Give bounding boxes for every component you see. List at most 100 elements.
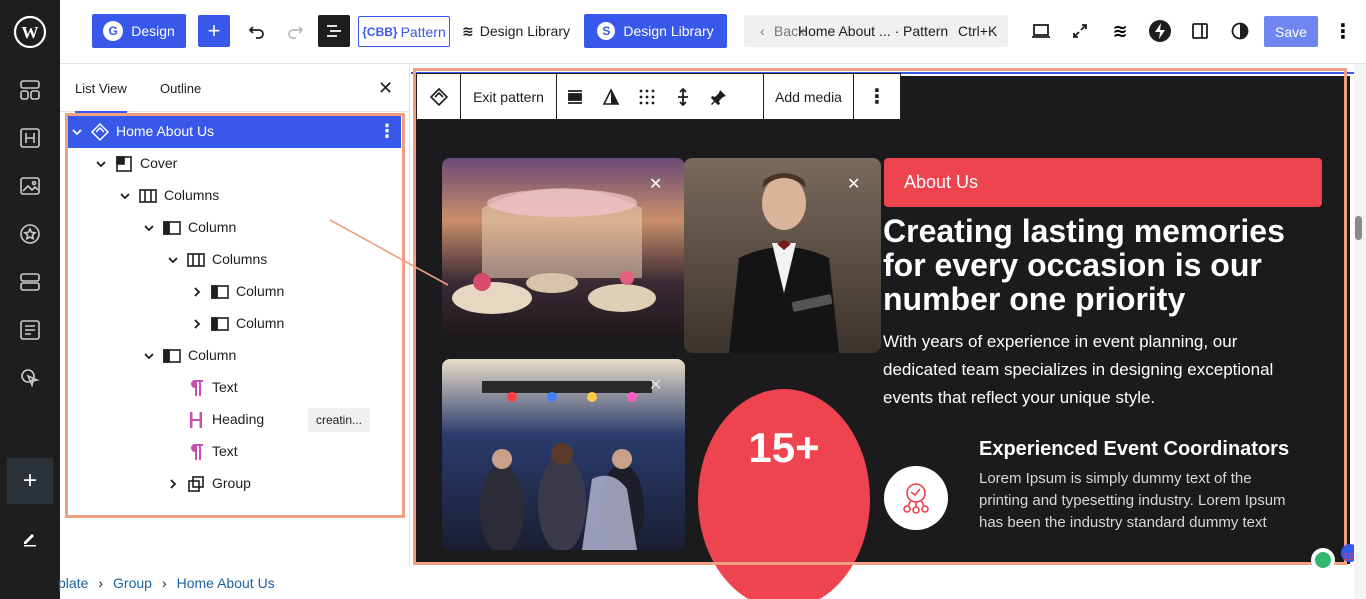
column-icon [162,346,182,366]
styles-contrast-icon[interactable] [1225,16,1255,46]
chevron-down-icon[interactable] [141,348,157,364]
list-view-row-heading[interactable]: Heading creatin... [68,404,401,436]
exit-pattern-button[interactable]: Exit pattern [461,74,557,119]
sections-icon[interactable] [18,270,42,294]
document-title: Home About ... · Pattern [798,23,949,39]
list-view-row-text[interactable]: Text [68,372,401,404]
tab-outline[interactable]: Outline [160,64,201,112]
add-media-button[interactable]: Add media [764,74,854,119]
list-view-row-label: Column [236,283,285,299]
vertical-align-icon[interactable] [665,74,701,119]
wordpress-logo-icon[interactable]: W [0,0,60,64]
save-button[interactable]: Save [1264,16,1318,47]
patterns-icon[interactable] [18,78,42,102]
spectra-icon[interactable] [1145,16,1175,46]
chevron-down-icon[interactable] [117,188,133,204]
options-menu-icon[interactable]: ⋮ [1328,16,1358,46]
close-panel-icon[interactable]: ✕ [378,64,393,112]
settings-sidebar-icon[interactable] [1185,16,1215,46]
media-icon[interactable] [18,174,42,198]
contrast-triangle-icon[interactable] [593,74,629,119]
breadcrumb: plate › Group › Home About Us [58,566,410,599]
edit-pencil-icon[interactable] [18,526,42,550]
star-icon[interactable] [18,222,42,246]
chevron-down-icon[interactable] [165,252,181,268]
remove-image-icon[interactable]: ✕ [649,174,662,194]
design-library-blue-button[interactable]: S Design Library [584,14,727,48]
about-us-text: About Us [904,172,979,192]
block-options-icon[interactable]: ⋮ [854,74,900,119]
list-view-row-group[interactable]: Group [68,468,401,500]
breadcrumb-item-group[interactable]: Group [113,575,152,591]
panel-tabs: List View Outline ✕ [60,64,410,113]
list-view-row-cover[interactable]: Cover [68,148,401,180]
list-view-panel: List View Outline ✕ Home About Us ⋮ Cover C… [60,64,410,599]
list-view-row-column[interactable]: Column [68,308,401,340]
grid-dots-icon[interactable] [629,74,665,119]
paragraph-icon [186,378,206,398]
column-icon [162,218,182,238]
fullscreen-icon[interactable] [1065,16,1095,46]
design-button[interactable]: G Design [92,14,186,48]
list-view-row-home-about-us[interactable]: Home About Us ⋮ [68,116,401,148]
group-icon [186,474,206,494]
list-view-row-label: Group [212,475,251,491]
list-view-row-columns[interactable]: Columns [68,180,401,212]
chevron-down-icon[interactable] [93,156,109,172]
list-view-row-label: Text [212,443,238,459]
chevron-down-icon[interactable] [69,124,85,140]
counter-value[interactable]: 15+ [698,424,870,472]
undo-icon[interactable] [242,16,272,46]
add-block-button[interactable]: + [198,15,230,47]
document-overview-icon[interactable] [318,15,350,47]
list-view-row-column[interactable]: Column [68,340,401,372]
chevron-down-icon[interactable] [141,220,157,236]
stackable-icon[interactable]: ≋ [1105,16,1135,46]
list-view-row-label: Columns [164,187,220,203]
redo-icon[interactable] [280,16,310,46]
heading-block-icon[interactable] [18,126,42,150]
intro-paragraph[interactable]: With years of experience in event planni… [883,328,1303,412]
highlight-connector [411,64,471,124]
block-tools-group [557,74,764,119]
design-library-plain-label: Design Library [479,23,570,39]
pattern-library-button[interactable]: {CBB} Pattern [358,16,450,47]
host-photo[interactable]: ✕ [684,158,881,353]
tab-outline-label: Outline [160,80,202,96]
design-logo-icon: G [103,21,124,41]
design-library-logo-icon: S [597,22,616,40]
columns-icon [186,250,206,270]
cover-block[interactable]: ✕ ✕ ✕ About Us Creating lasting memories… [414,76,1350,599]
party-photo[interactable]: ✕ [442,359,685,550]
breadcrumb-item-home-about-us[interactable]: Home About Us [177,575,275,591]
align-full-icon[interactable] [557,74,593,119]
scrollbar-thumb[interactable] [1355,216,1362,240]
column-icon [210,282,230,302]
chevron-right-icon[interactable] [189,284,205,300]
cursor-click-icon[interactable] [18,366,42,390]
banquet-photo[interactable]: ✕ [442,158,685,335]
feature-title[interactable]: Experienced Event Coordinators [979,438,1289,461]
pin-icon[interactable] [701,74,737,119]
feature-text[interactable]: Lorem Ipsum is simply dummy text of the … [979,468,1299,534]
add-block-rail-button[interactable]: + [7,458,53,504]
remove-image-icon[interactable]: ✕ [847,174,860,194]
canvas-scrollbar[interactable] [1354,64,1366,599]
row-options-icon[interactable]: ⋮ [378,121,396,142]
main-heading[interactable]: Creating lasting memories for every occa… [883,214,1333,316]
chevron-right-icon[interactable] [189,316,205,332]
desktop-preview-icon[interactable] [1026,16,1056,46]
list-view-row-text[interactable]: Text [68,436,401,468]
list-view-row-label: Columns [212,251,268,267]
heading-icon [186,410,206,430]
design-library-plain-button[interactable]: ≋ Design Library [458,15,574,47]
command-palette-bar[interactable]: ‹ Back Home About ... · Pattern Ctrl+K [744,15,1008,47]
remove-image-icon[interactable]: ✕ [649,375,662,395]
form-icon[interactable] [18,318,42,342]
breadcrumb-item-template[interactable]: plate [58,575,88,591]
chevron-right-icon[interactable] [165,476,181,492]
add-block-label: + [207,18,221,43]
assist-icon[interactable] [1311,548,1335,572]
tab-list-view[interactable]: List View [75,64,127,113]
pattern-chip-label: Pattern [400,23,446,40]
